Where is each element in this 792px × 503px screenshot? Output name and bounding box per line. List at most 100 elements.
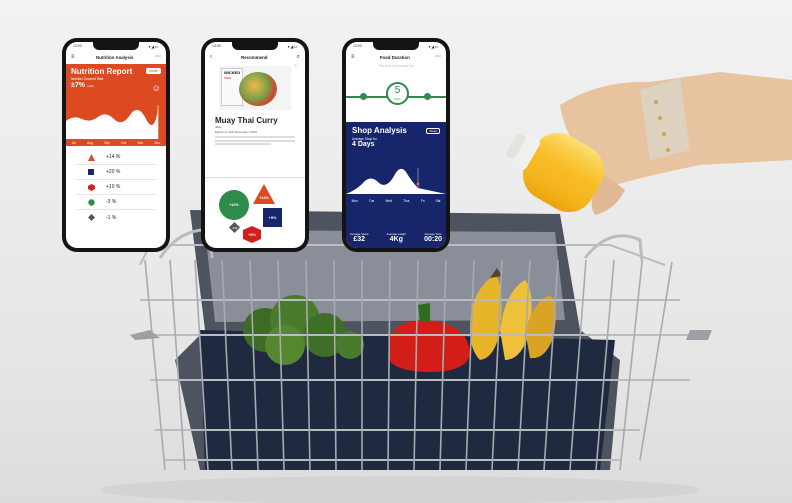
month-label: Jul [71, 141, 76, 145]
bubble-hexagon: +5% [243, 226, 261, 243]
stat-value: 00:20 [424, 236, 442, 243]
more-icon[interactable]: ⋯ [155, 54, 161, 60]
timeline-dot [424, 93, 431, 100]
app-header: ≡ Food Duration ⋯ [346, 50, 446, 64]
status-time: 13:00 [353, 44, 362, 48]
legend-value: +14 % [106, 154, 121, 160]
month-label: Nov [137, 141, 144, 145]
nutrient-legend: +14 % +20 % +10 % -3 % -1 % [66, 146, 166, 225]
month-label: Sep [104, 141, 110, 145]
bubble-label: +9% [268, 215, 277, 220]
signal-battery-icon: ▾◢▭ [287, 44, 298, 49]
legend-row: +20 % [76, 165, 156, 180]
search-icon[interactable]: ⌕ [297, 54, 300, 60]
signal-battery-icon: ▾◢▭ [428, 44, 439, 49]
recipe-name: Muay Thai Curry [215, 116, 278, 125]
photo-background: 13:00 ▾◢▭ ≡ Nutrition Analysis ⋯ Nutriti… [0, 0, 792, 503]
days-label: Days [394, 97, 401, 101]
day-label: Mon [351, 199, 358, 203]
bubble-square: +9% [263, 208, 282, 227]
bubble-label: +14% [259, 196, 269, 200]
day-label: Thur [403, 199, 410, 203]
diamond-icon [76, 214, 106, 221]
bubble-circle: +12% [219, 190, 249, 220]
divider [205, 177, 305, 178]
average-value: 4 Days [352, 141, 375, 148]
shop-analysis-card: Shop Analysis Week Average Shop for 4 Da… [346, 122, 446, 248]
dish-photo [239, 72, 277, 106]
day-label: Tue [368, 199, 375, 203]
stat-item: Average weight 4Kg [387, 232, 406, 243]
report-value-unit: (null) [86, 84, 94, 88]
day-axis: Mon Tue Wed Thur Fri Sat [346, 199, 446, 203]
product-image: WICKED THAI [219, 66, 291, 110]
period-dropdown[interactable]: Week [426, 128, 440, 134]
bubble-diamond: -1% [229, 222, 240, 233]
duration-tracker: This time of purchase for 5 Days [346, 64, 446, 122]
stat-value: £32 [353, 236, 366, 243]
legend-value: +20 % [106, 169, 121, 175]
timeline-dot [360, 93, 367, 100]
phone-screen: 13:00 ▾◢▭ ≡ Nutrition Analysis ⋯ Nutriti… [66, 42, 166, 248]
recipe-expiry: Expire on 11th December, 2019 [215, 129, 257, 134]
month-label: Oct [121, 141, 127, 145]
stat-item: Average Time 00:20 [424, 232, 442, 243]
legend-row: +10 % [76, 180, 156, 195]
month-label: Dec [154, 141, 161, 145]
bubble-label: -1% [231, 225, 238, 230]
phone-notch [93, 42, 139, 50]
recipe-description [215, 136, 295, 145]
legend-value: -1 % [106, 214, 117, 221]
menu-icon[interactable]: ≡ [351, 54, 355, 60]
more-icon[interactable]: ⋯ [435, 54, 441, 60]
app-header: ≡ Nutrition Analysis ⋯ [66, 50, 166, 64]
phone-recommend: 13:00 ▾◢▭ ‹ Recommend ⌕ ♡ WICKED THAI Mu… [201, 38, 309, 252]
stat-item: Average Spent £32 [350, 232, 368, 243]
bubble-label: +12% [229, 203, 239, 207]
pack-sub: THAI [224, 76, 231, 80]
stat-value: 4Kg [389, 236, 403, 243]
shop-area-chart [346, 168, 446, 194]
screen-title: Nutrition Analysis [96, 54, 134, 60]
report-value-number: ±7% [71, 82, 85, 89]
nutrition-area-chart [66, 105, 159, 139]
hexagon-icon [76, 183, 106, 191]
status-time: 13:00 [73, 44, 82, 48]
day-label: Wed [385, 199, 392, 203]
legend-value: +10 % [106, 184, 121, 190]
screen-title: Food Duration [379, 54, 410, 60]
legend-row: +14 % [76, 150, 156, 165]
phone-notch [232, 42, 278, 50]
back-icon[interactable]: ‹ [210, 54, 212, 60]
month-axis: Jul Aug Sep Oct Nov Dec [66, 141, 166, 145]
status-time: 13:00 [212, 44, 221, 48]
period-dropdown[interactable]: Month [146, 68, 161, 74]
bubble-label: +5% [248, 232, 256, 237]
square-icon [76, 168, 106, 176]
heart-icon[interactable]: ♡ [294, 64, 298, 70]
legend-row: -3 % [76, 195, 156, 210]
days-counter: 5 Days [386, 82, 409, 105]
circle-icon [76, 198, 106, 206]
phone-nutrition-analysis: 13:00 ▾◢▭ ≡ Nutrition Analysis ⋯ Nutriti… [62, 38, 170, 252]
legend-row: -1 % [76, 210, 156, 225]
day-label: Fri [420, 199, 425, 203]
phone-screen: 13:00 ▾◢▭ ≡ Food Duration ⋯ This time of… [346, 42, 446, 248]
report-value: ±7% (null) [71, 82, 161, 89]
days-number: 5 [394, 85, 401, 96]
signal-battery-icon: ▾◢▭ [148, 44, 159, 49]
phone-food-duration: 13:00 ▾◢▭ ≡ Food Duration ⋯ This time of… [342, 38, 450, 252]
shop-stats: Average Spent £32 Average weight 4Kg Ave… [350, 232, 442, 243]
bubble-triangle: +14% [253, 184, 275, 204]
phone-notch [373, 42, 419, 50]
month-label: Aug [87, 141, 93, 145]
pack-brand: WICKED [224, 70, 241, 75]
screen-title: Recommend [241, 54, 268, 60]
menu-icon[interactable]: ≡ [71, 54, 75, 60]
day-label: Sat [435, 199, 441, 203]
report-subtitle: Nutrition Covered Rate [71, 77, 104, 81]
smiley-icon: ☺ [151, 83, 161, 93]
triangle-icon [76, 153, 106, 161]
nutrition-report-card: Nutrition Report Month Nutrition Covered… [66, 64, 166, 146]
app-header: ‹ Recommend ⌕ [205, 50, 305, 64]
